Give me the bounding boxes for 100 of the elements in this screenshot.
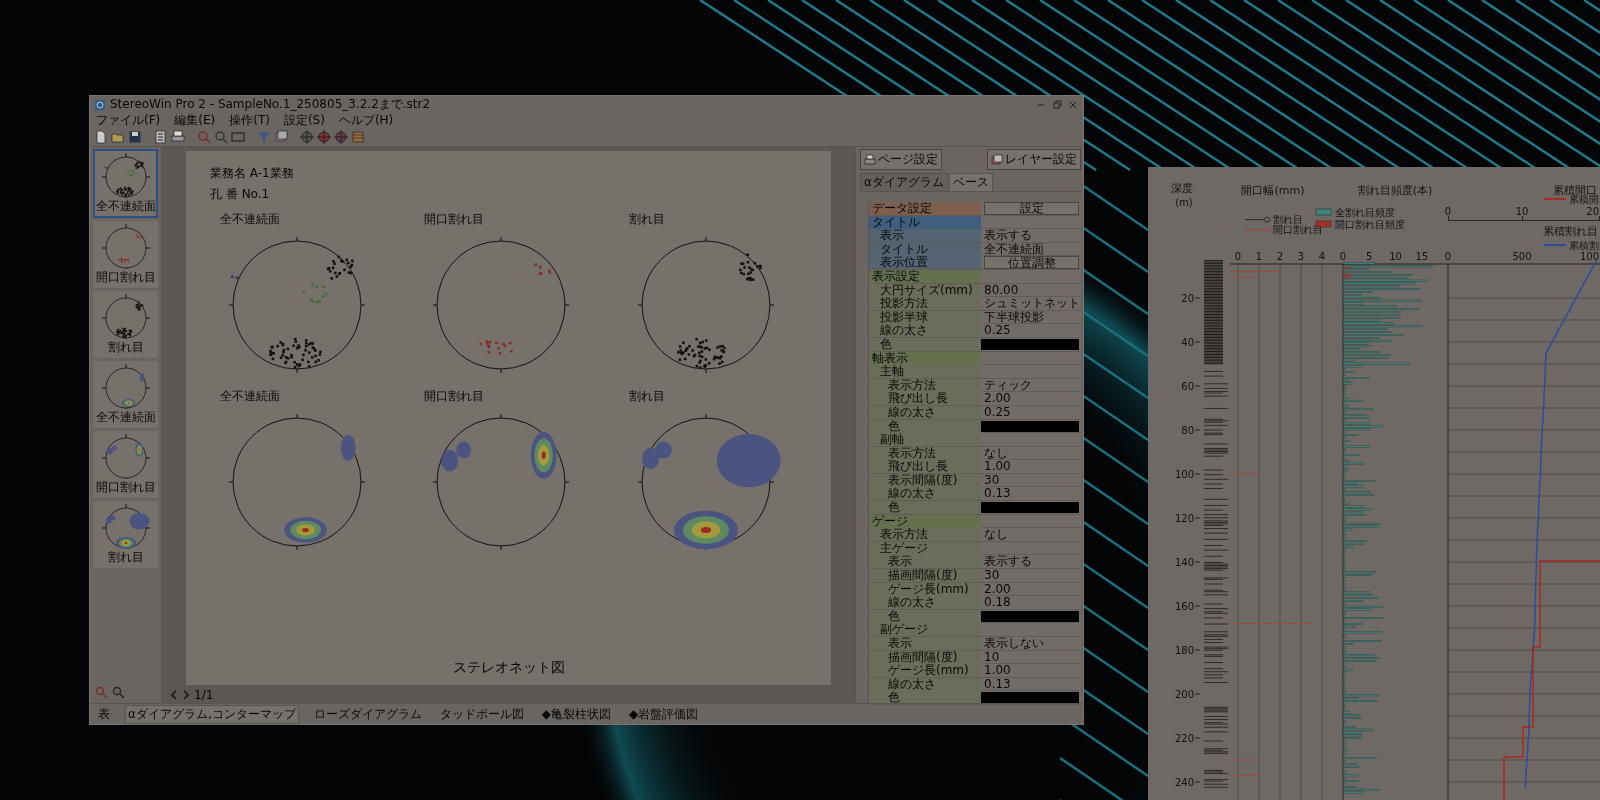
sheet-tab[interactable]: 表 xyxy=(96,705,112,723)
property-label: 描画間隔(度) xyxy=(869,569,981,583)
thumbnail-label: 開口割れ目 xyxy=(95,269,156,286)
legend-label: 割れ目 xyxy=(1273,214,1303,225)
property-value[interactable]: なし xyxy=(984,528,1008,542)
panel-tab[interactable]: ベース xyxy=(948,173,993,191)
property-value[interactable]: 表示する xyxy=(984,555,1032,569)
legend-label: 全割れ目頻度 xyxy=(1335,207,1395,218)
tick-label: 10 xyxy=(1389,251,1402,262)
property-value[interactable]: 1.00 xyxy=(984,460,1011,474)
depth-label: 100 xyxy=(1174,469,1194,480)
thumbnail[interactable]: 全不連続面 xyxy=(93,149,158,218)
depth-label: 40 xyxy=(1181,337,1194,348)
column-header: 累積割れ目 xyxy=(1543,225,1598,238)
thumbnail[interactable]: 開口割れ目 xyxy=(93,431,158,498)
property-button[interactable]: 位置調整 xyxy=(984,256,1079,269)
property-value[interactable]: 2.00 xyxy=(984,582,1011,596)
property-value[interactable]: 30 xyxy=(984,473,1000,487)
thumbnail[interactable]: 割れ目 xyxy=(93,291,158,358)
tick-label: 0 xyxy=(1444,206,1452,217)
property-value[interactable]: 1.00 xyxy=(984,664,1011,678)
property-value[interactable]: 0.25 xyxy=(984,405,1011,419)
stereonet-title: 開口割れ目 xyxy=(424,388,485,405)
property-label: 表示 xyxy=(869,229,981,243)
panel-button[interactable]: レイヤー設定 xyxy=(987,149,1081,170)
menu-item[interactable]: ファイル(F) xyxy=(96,112,161,129)
menu-item[interactable]: ヘルプ(H) xyxy=(338,112,394,129)
tick-label: 0 xyxy=(1444,251,1452,262)
panel-button[interactable]: ページ設定 xyxy=(860,149,942,170)
menu-item[interactable]: 編集(E) xyxy=(174,112,216,129)
menu-item[interactable]: 設定(S) xyxy=(283,112,325,129)
depth-label: 240 xyxy=(1174,777,1194,788)
depth-label: 80 xyxy=(1181,425,1194,436)
thumbnail-label: 割れ目 xyxy=(107,339,144,356)
thumbnail-label: 全不連続面 xyxy=(95,409,156,426)
property-value[interactable]: 0.13 xyxy=(984,677,1011,691)
property-label: 主軸 xyxy=(869,365,981,379)
property-label: 線の太さ xyxy=(869,324,981,338)
property-value[interactable]: 2.00 xyxy=(984,392,1011,406)
tick-label: 1 xyxy=(1255,251,1263,262)
property-label: 表示位置 xyxy=(869,256,981,270)
property-value[interactable]: 10 xyxy=(984,650,1000,664)
stereonet-title: 開口割れ目 xyxy=(424,211,485,228)
property-label: 副軸 xyxy=(869,433,981,447)
sheet-tab[interactable]: αダイアグラム,コンターマップ xyxy=(126,705,298,723)
property-value[interactable]: 表示しない xyxy=(984,637,1044,650)
property-label: 副ゲージ xyxy=(869,623,981,637)
legend-label: 累積割 xyxy=(1569,240,1599,251)
thumbnail[interactable]: 全不連続面 xyxy=(93,361,158,428)
tick-label: 20 xyxy=(1586,206,1599,217)
depth-label: 160 xyxy=(1174,601,1194,612)
property-label: 色 xyxy=(869,501,981,515)
column-header: 開口幅(mm) xyxy=(1241,184,1305,197)
sheet-tab[interactable]: ローズダイアグラム xyxy=(311,705,424,723)
property-label: データ設定 xyxy=(869,202,981,215)
property-value[interactable]: 表示する xyxy=(984,229,1032,243)
thumbnail[interactable]: 割れ目 xyxy=(93,501,158,568)
thumbnail[interactable]: 開口割れ目 xyxy=(93,221,158,288)
sheet-tab[interactable]: タッドポール図 xyxy=(437,705,526,723)
property-value[interactable]: 0.13 xyxy=(984,487,1011,501)
legend-label: 開口割れ目頻度 xyxy=(1335,219,1405,230)
thumbnail-label: 割れ目 xyxy=(107,549,144,566)
figure-caption: ステレオネット図 xyxy=(452,659,565,677)
property-label: 投影方法 xyxy=(869,297,981,311)
property-value[interactable]: 80.00 xyxy=(984,283,1019,297)
stereonet-title: 全不連続面 xyxy=(220,211,280,228)
depth-label: 180 xyxy=(1174,645,1194,656)
property-value[interactable]: 全不連続面 xyxy=(984,242,1044,256)
tick-label: 0 xyxy=(1339,251,1347,262)
depth-label: 200 xyxy=(1174,689,1194,700)
property-value[interactable]: なし xyxy=(984,446,1008,460)
stereonet-title: 割れ目 xyxy=(628,211,665,228)
column-header: 割れ目頻度(本) xyxy=(1357,184,1433,197)
property-button[interactable]: 設定 xyxy=(984,202,1079,215)
stereonet-title: 全不連続面 xyxy=(220,388,280,405)
property-value[interactable]: 下半球投影 xyxy=(984,310,1044,324)
property-label: ゲージ長(mm) xyxy=(869,664,981,678)
page-indicator: 1/1 xyxy=(194,688,214,702)
property-value[interactable]: シュミットネット xyxy=(984,297,1080,311)
depth-label: 20 xyxy=(1181,293,1194,304)
tick-label: 500 xyxy=(1512,251,1532,262)
tick-label: 4 xyxy=(1318,251,1326,262)
menu-item[interactable]: 操作(T) xyxy=(229,112,270,129)
property-value[interactable]: 0.25 xyxy=(984,324,1011,338)
property-value[interactable]: ティック xyxy=(984,378,1032,392)
tick-label: 100 xyxy=(1579,251,1599,262)
sheet-tab[interactable]: ◆岩盤評価図 xyxy=(626,705,701,723)
axis-title: 深度 xyxy=(1171,182,1193,195)
property-value[interactable]: 0.18 xyxy=(984,596,1011,610)
tick-label: 10 xyxy=(1515,206,1529,217)
property-label: 表示 xyxy=(869,555,981,569)
property-value[interactable]: 30 xyxy=(984,569,1000,583)
property-label: 飛び出し長 xyxy=(869,392,981,406)
panel-tab[interactable]: αダイアグラム xyxy=(860,173,948,191)
window-title: StereoWin Pro 2 - SampleNo.1_250805_3.2.2まで.str2 xyxy=(110,96,432,113)
sheet-tab[interactable]: ◆亀裂柱状図 xyxy=(539,705,613,723)
tick-label: 3 xyxy=(1297,251,1305,262)
project-name: 業務名 A-1業務 xyxy=(210,165,295,182)
property-label: 飛び出し長 xyxy=(869,460,981,474)
tick-label: 0 xyxy=(1234,251,1242,262)
